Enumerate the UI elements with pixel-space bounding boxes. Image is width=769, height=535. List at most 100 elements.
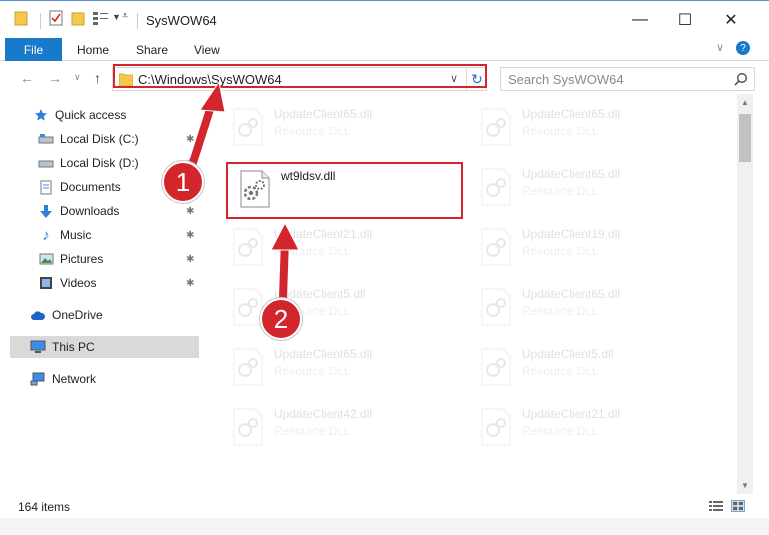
- file-item[interactable]: UpdateClient21.dll Resource DLL: [469, 400, 699, 450]
- status-bar: 164 items: [0, 494, 769, 518]
- chevron-down-icon[interactable]: ▼: [112, 12, 121, 22]
- window-title: SysWOW64: [146, 13, 217, 28]
- step-badge-1: 1: [162, 161, 204, 203]
- dll-file-icon: [481, 348, 511, 386]
- nav-item-music[interactable]: ♪ Music: [38, 224, 91, 246]
- search-icon: [734, 72, 748, 89]
- nav-item-label: Pictures: [60, 252, 104, 266]
- dll-file-icon: [481, 108, 511, 146]
- expand-ribbon-icon[interactable]: ∨: [716, 41, 724, 54]
- file-item[interactable]: UpdateClient5.dll Resource DLL: [221, 280, 451, 330]
- file-item[interactable]: UpdateClient42.dll Resource DLL: [221, 400, 451, 450]
- file-item[interactable]: UpdateClient5.dll Resource DLL: [469, 340, 699, 390]
- file-name: UpdateClient21.dll: [522, 407, 621, 421]
- file-item[interactable]: UpdateClient19.dll Resource DLL: [469, 220, 699, 270]
- drive-icon: [38, 155, 54, 171]
- file-name: UpdateClient19.dll: [522, 227, 621, 241]
- search-input[interactable]: Search SysWOW64: [500, 67, 755, 91]
- nav-item-label: Downloads: [60, 204, 120, 218]
- ribbon-tabs: File Home Share View ∨ ?: [0, 38, 769, 61]
- window-bottom-edge: [0, 518, 769, 535]
- divider: [137, 13, 138, 29]
- nav-item-label: Documents: [60, 180, 121, 194]
- nav-item-label: OneDrive: [52, 308, 103, 322]
- file-type: Resource DLL: [274, 364, 351, 378]
- divider: [40, 13, 41, 29]
- customize-toolbar-icon[interactable]: ⩡: [122, 10, 128, 23]
- address-highlight-box: [113, 64, 487, 88]
- scroll-down-icon[interactable]: ▼: [741, 481, 749, 490]
- forward-button[interactable]: →: [48, 70, 62, 86]
- drive-icon: [38, 131, 54, 147]
- file-type: Resource DLL: [274, 424, 351, 438]
- nav-item-downloads[interactable]: Downloads: [38, 200, 119, 222]
- file-item[interactable]: UpdateClient65.dll Resource DLL: [221, 100, 451, 150]
- file-name: UpdateClient5.dll: [522, 347, 614, 361]
- dll-file-icon: [481, 228, 511, 266]
- item-count: 164 items: [18, 500, 71, 514]
- help-icon[interactable]: ?: [736, 41, 750, 55]
- file-name: UpdateClient65.dll: [274, 107, 373, 121]
- scroll-up-icon[interactable]: ▲: [741, 98, 749, 107]
- large-icons-view-icon[interactable]: [731, 500, 745, 512]
- vertical-scrollbar[interactable]: ▲ ▼: [737, 94, 753, 494]
- file-type: Resource DLL: [274, 244, 351, 258]
- file-highlight-box: [226, 162, 463, 219]
- recent-locations-button[interactable]: ∨: [74, 72, 81, 83]
- videos-icon: [38, 275, 54, 291]
- close-button[interactable]: ✕: [708, 1, 754, 39]
- pin-icon[interactable]: ✱: [186, 134, 194, 145]
- dll-file-icon: [233, 408, 263, 446]
- pin-icon[interactable]: ✱: [186, 278, 194, 289]
- file-item[interactable]: UpdateClient21.dll Resource DLL: [221, 220, 451, 270]
- nav-item-network[interactable]: Network: [30, 368, 96, 390]
- dll-file-icon: [233, 108, 263, 146]
- file-item[interactable]: UpdateClient65.dll Resource DLL: [469, 280, 699, 330]
- file-name: UpdateClient65.dll: [522, 107, 621, 121]
- file-item[interactable]: UpdateClient65.dll Resource DLL: [469, 160, 699, 210]
- dll-file-icon: [481, 168, 511, 206]
- file-list: UpdateClient65.dll Resource DLL wt9ldsv.…: [211, 98, 737, 493]
- tab-view[interactable]: View: [194, 38, 220, 61]
- dll-file-icon: [233, 348, 263, 386]
- computer-icon: [30, 339, 46, 355]
- pin-icon[interactable]: ✱: [186, 230, 194, 241]
- star-icon: [33, 107, 49, 123]
- nav-item-label: Music: [60, 228, 92, 242]
- file-item[interactable]: UpdateClient65.dll Resource DLL: [221, 340, 451, 390]
- tab-file[interactable]: File: [5, 38, 62, 61]
- file-type: Resource DLL: [522, 244, 599, 258]
- properties-icon[interactable]: [49, 10, 63, 26]
- nav-item-onedrive[interactable]: OneDrive: [30, 304, 103, 326]
- new-folder-icon[interactable]: [71, 10, 85, 26]
- nav-item-quick-access[interactable]: Quick access: [33, 104, 126, 126]
- maximize-button[interactable]: ☐: [662, 1, 708, 39]
- file-item[interactable]: UpdateClient65.dll Resource DLL: [469, 100, 699, 150]
- up-button[interactable]: ↑: [94, 70, 101, 86]
- dll-file-icon: [481, 408, 511, 446]
- pin-icon[interactable]: ✱: [186, 254, 194, 265]
- details-view-icon[interactable]: [709, 500, 723, 512]
- tab-share[interactable]: Share: [136, 38, 168, 61]
- scrollbar-thumb[interactable]: [739, 114, 751, 162]
- nav-item-this-pc[interactable]: This PC: [10, 336, 199, 358]
- tab-home[interactable]: Home: [77, 38, 109, 61]
- minimize-button[interactable]: —: [617, 1, 663, 39]
- nav-item-label: This PC: [52, 340, 95, 354]
- nav-item-local-disk-d[interactable]: Local Disk (D:): [38, 152, 139, 174]
- file-type: Resource DLL: [522, 364, 599, 378]
- back-button[interactable]: ←: [20, 70, 34, 86]
- nav-item-documents[interactable]: Documents: [38, 176, 121, 198]
- nav-item-pictures[interactable]: Pictures: [38, 248, 103, 270]
- view-options-icon[interactable]: [92, 10, 110, 26]
- nav-item-videos[interactable]: Videos: [38, 272, 96, 294]
- pin-icon[interactable]: ✱: [186, 206, 194, 217]
- music-icon: ♪: [42, 226, 50, 244]
- dll-file-icon: [481, 288, 511, 326]
- nav-item-label: Network: [52, 372, 97, 386]
- file-name: UpdateClient42.dll: [274, 407, 373, 421]
- nav-item-local-disk-c[interactable]: Local Disk (C:): [38, 128, 139, 150]
- download-icon: [38, 203, 54, 219]
- nav-item-label: Quick access: [55, 108, 127, 122]
- file-name: UpdateClient65.dll: [274, 347, 373, 361]
